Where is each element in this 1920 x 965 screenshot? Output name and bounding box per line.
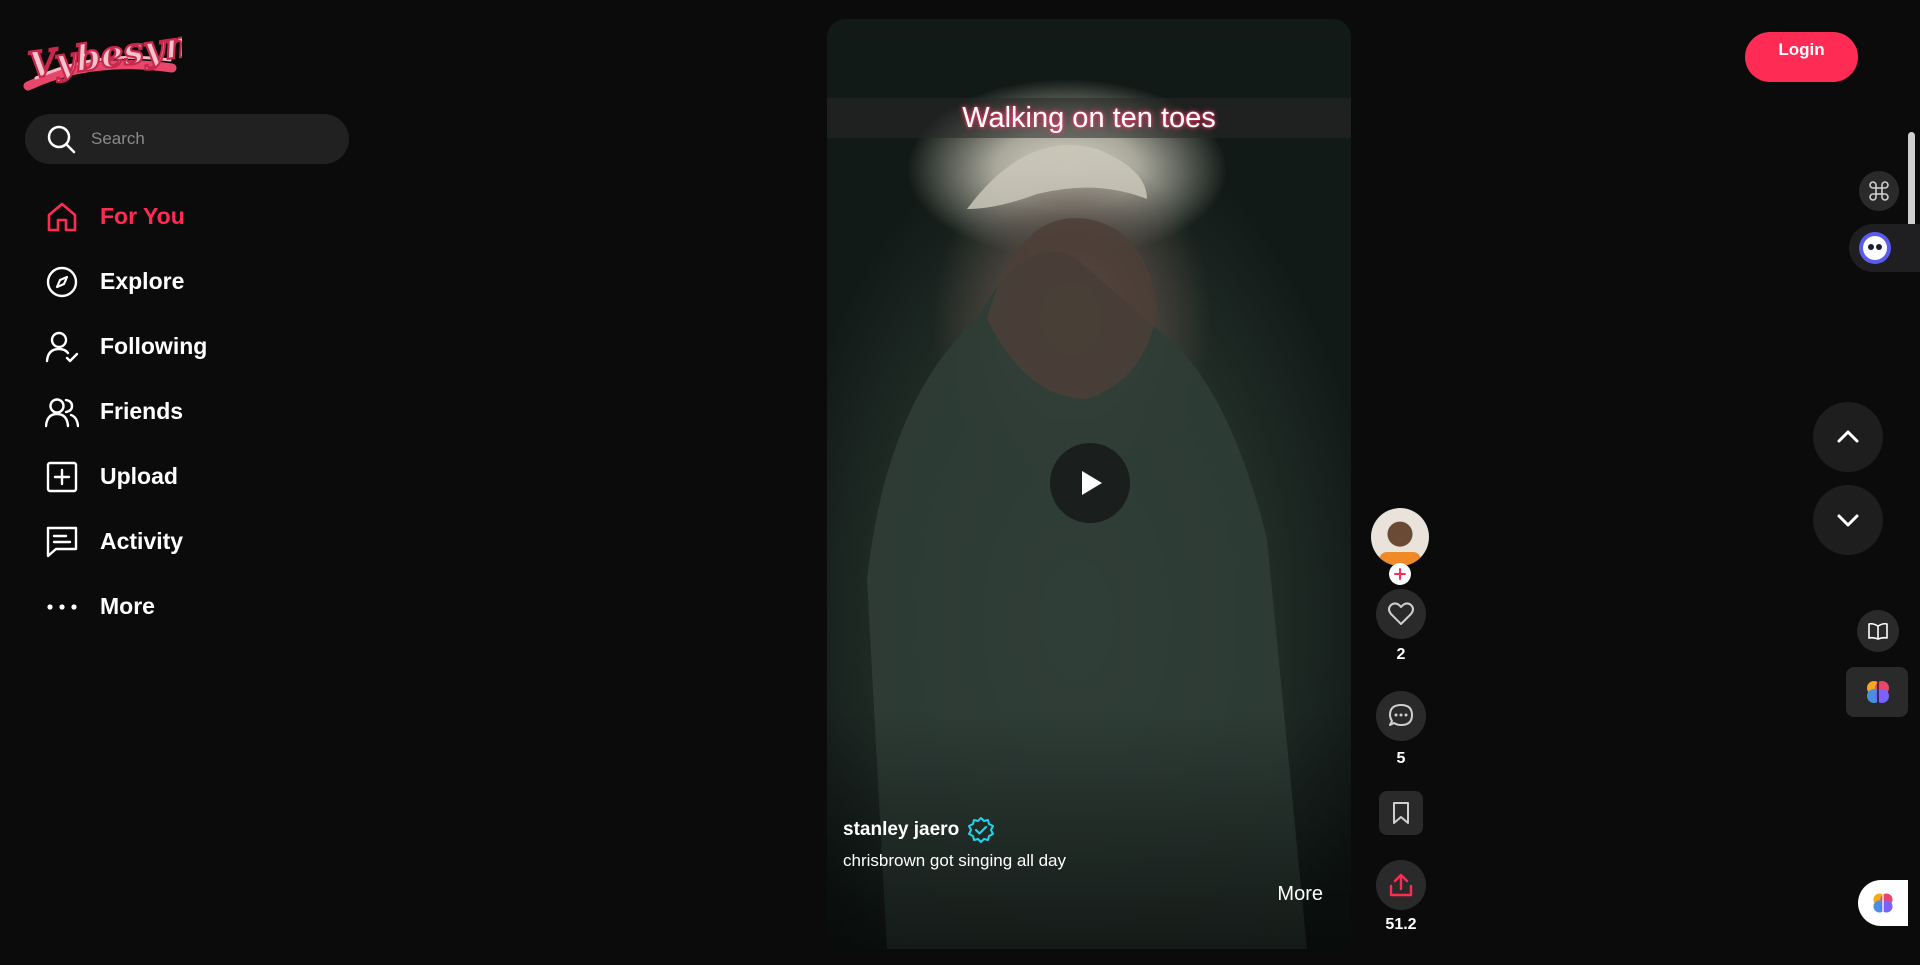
search-bar[interactable]	[25, 114, 349, 164]
command-icon-button[interactable]	[1859, 171, 1899, 211]
previous-video-button[interactable]	[1813, 402, 1883, 472]
plus-icon	[1394, 568, 1406, 580]
sidebar-item-label: For You	[100, 203, 185, 229]
sidebar-item-for-you[interactable]: For You	[44, 184, 207, 249]
sidebar-item-label: More	[100, 593, 155, 619]
book-open-icon	[1868, 622, 1888, 640]
command-icon	[1869, 181, 1889, 201]
brain-icon	[1867, 681, 1889, 703]
message-square-icon	[44, 524, 80, 560]
follow-button[interactable]	[1389, 563, 1411, 585]
author-name[interactable]: stanley jaero	[843, 819, 959, 841]
chevron-up-icon	[1837, 430, 1859, 443]
sidebar-item-label: Activity	[100, 528, 184, 554]
heart-icon	[1388, 602, 1414, 625]
video-player[interactable]: Walking on ten toes stanley jaero chrisb…	[827, 19, 1351, 949]
comment-button[interactable]	[1376, 691, 1426, 741]
login-button[interactable]: Login	[1745, 32, 1858, 82]
logo-text: Vybesync	[26, 20, 182, 87]
sidebar-item-label: Friends	[100, 398, 184, 424]
verified-badge-icon	[968, 817, 995, 843]
search-input[interactable]	[89, 128, 333, 150]
play-button[interactable]	[1050, 443, 1130, 523]
next-video-button[interactable]	[1813, 485, 1883, 555]
users-icon	[44, 394, 80, 430]
chevron-down-icon	[1837, 514, 1859, 527]
author-row: stanley jaero	[843, 816, 995, 844]
vybesync-logo[interactable]: Vybesync	[22, 16, 182, 96]
like-button[interactable]	[1376, 589, 1426, 639]
share-icon	[1389, 873, 1413, 897]
sidebar-item-label: Explore	[100, 268, 185, 294]
sidebar-item-more[interactable]: More	[44, 574, 207, 639]
assistant-bot-icon	[1859, 232, 1891, 264]
more-button[interactable]: More	[1277, 883, 1323, 906]
avatar[interactable]	[1371, 508, 1429, 566]
brain-assistant-button[interactable]	[1858, 880, 1908, 926]
search-icon	[47, 125, 76, 154]
sidebar-item-label: Upload	[100, 463, 178, 489]
sidebar-item-following[interactable]: Following	[44, 314, 207, 379]
brain-tab[interactable]	[1846, 667, 1908, 717]
sidebar-item-upload[interactable]: Upload	[44, 444, 207, 509]
share-count: 51.2	[1385, 916, 1417, 933]
sidebar-item-friends[interactable]: Friends	[44, 379, 207, 444]
video-caption: Walking on ten toes	[962, 101, 1216, 134]
user-check-icon	[44, 329, 80, 365]
assistant-tab[interactable]	[1849, 224, 1920, 272]
video-description: chrisbrown got singing all day	[843, 851, 1067, 870]
sidebar-item-explore[interactable]: Explore	[44, 249, 207, 314]
comment-icon	[1389, 704, 1413, 726]
bookmark-icon	[1393, 802, 1409, 824]
share-button[interactable]	[1376, 860, 1426, 910]
bookmark-button[interactable]	[1379, 791, 1423, 835]
plus-square-icon	[44, 459, 80, 495]
comment-count: 5	[1396, 750, 1406, 767]
like-count: 2	[1396, 646, 1406, 663]
compass-icon	[44, 264, 80, 300]
brain-icon	[1873, 893, 1893, 913]
play-icon	[1082, 471, 1102, 495]
sidebar-nav: For You Explore Following Friends Upload…	[44, 184, 207, 639]
reader-button[interactable]	[1857, 610, 1899, 652]
sidebar-item-activity[interactable]: Activity	[44, 509, 207, 574]
more-dots-icon	[44, 589, 80, 625]
caption-bar: Walking on ten toes	[827, 98, 1351, 138]
home-icon	[44, 199, 80, 235]
sidebar-item-label: Following	[100, 333, 208, 359]
